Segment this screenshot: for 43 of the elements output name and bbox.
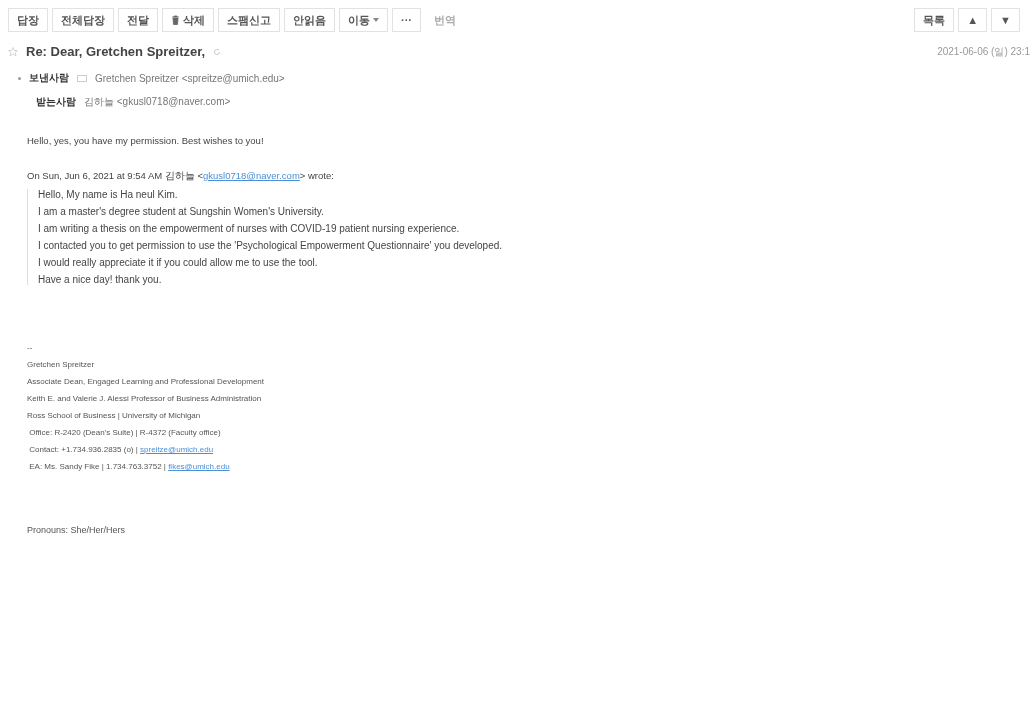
reply-text: Hello, yes, you have my permission. Best wishes to you! [27,135,265,146]
quoted-line: I contacted you to get permission to use the 'Psychological Empowerment Questionnaire' you developed. [38,240,504,251]
toolbar-button[interactable]: ▲ [958,8,988,32]
signature-line: Contact: +1.734.936.2835 (o) | spreitze@umich.edu [28,445,215,454]
dot-icon [18,76,21,80]
email-subject: Re: Dear, Gretchen Spreitzer, [26,44,206,59]
toolbar-button[interactable]: ▼ [991,8,1020,32]
quote-header: On Sun, Jun 6, 2021 at 9:54 AM 김하늘 <gkusl0718@naver.com> wrote: [27,170,335,183]
signature-line: EA: Ms. Sandy Fike | 1.734.763.3752 | fikes@umich.edu [28,462,231,471]
recipient-label: 받는사람 [36,95,76,109]
toolbar-button[interactable]: ··· [392,8,421,32]
refresh-icon [213,47,222,56]
toolbar-button[interactable]: 답장 [8,8,48,32]
caret-icon [373,18,379,22]
toolbar-button[interactable]: 이동 [339,8,388,32]
quoted-line: I am writing a thesis on the empowerment of nurses with COVID-19 patient nursing experience. [38,223,461,234]
toolbar-button[interactable]: 전달 [118,8,158,32]
email-link[interactable]: fikes@umich.edu [168,462,230,471]
quoted-line: Hello, My name is Ha neul Kim. [38,189,179,200]
email-date: 2021-06-06 (일) 23:1 [937,44,1030,59]
toolbar-button[interactable]: 삭제 [162,8,214,32]
vip-icon [77,74,87,82]
star-icon[interactable] [8,46,18,57]
quoted-line: I would really appreciate it if you could allow me to use the tool. [38,257,319,268]
toolbar-button[interactable]: 스팸신고 [218,8,280,32]
signature-line: Gretchen Spreitzer [27,360,96,369]
toolbar-button[interactable]: 전체답장 [52,8,114,32]
sender-address[interactable]: Gretchen Spreitzer <spreitze@umich.edu> [95,72,285,84]
signature-separator: -- [27,343,34,352]
email-link[interactable]: spreitze@umich.edu [140,445,214,454]
trash-icon [171,15,180,25]
signature-line: Associate Dean, Engaged Learning and Professional Development [27,377,266,386]
pronouns-text: Pronouns: She/Her/Hers [27,525,127,535]
quoted-line: Have a nice day! thank you. [38,274,163,285]
signature-line: Ross School of Business | University of Michigan [27,411,202,420]
signature-line: Keith E. and Valerie J. Alessi Professor of Business Administration [27,394,263,403]
recipient-address[interactable]: 김하늘 <gkusl0718@naver.com> [84,95,231,109]
signature-line: Office: R-2420 (Dean's Suite) | R-4372 (Faculty office) [28,428,222,437]
email-link[interactable]: gkusl0718@naver.com [203,170,300,181]
toolbar-button[interactable]: 목록 [914,8,955,32]
sender-label: 보낸사람 [29,71,69,85]
toolbar-button[interactable]: 안읽음 [284,8,335,32]
quoted-line: I am a master's degree student at Sungshin Women's University. [38,206,325,217]
